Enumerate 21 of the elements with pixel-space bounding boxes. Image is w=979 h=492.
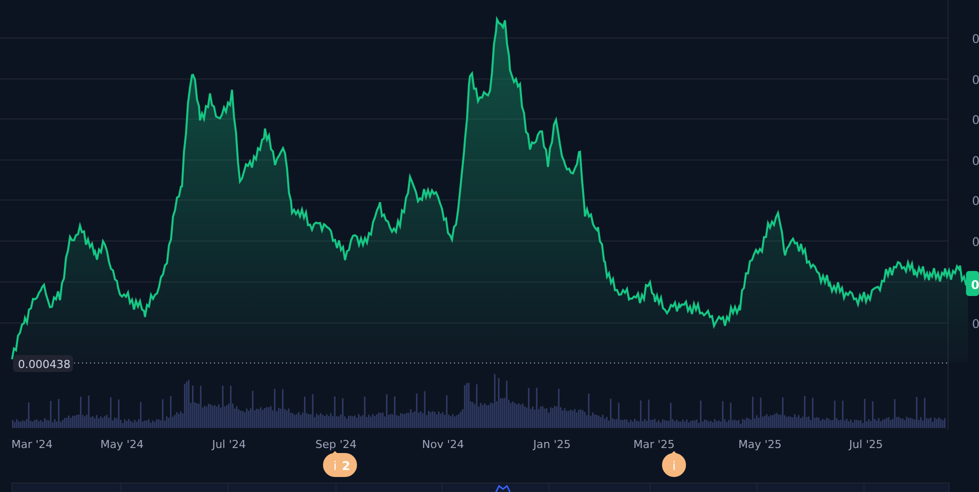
y-axis-label: 0	[972, 113, 979, 127]
x-axis-label: Jul '25	[849, 438, 883, 451]
event-marker[interactable]: i 2	[323, 451, 357, 477]
x-axis-label: May '25	[738, 438, 782, 451]
current-price-tag: 0	[966, 271, 979, 296]
x-axis-label: Sep '24	[315, 438, 357, 451]
x-axis-label: Nov '24	[422, 438, 464, 451]
y-axis-label: 0	[972, 73, 979, 87]
x-axis-label: May '24	[100, 438, 144, 451]
y-axis-label: 0	[972, 235, 979, 249]
y-axis-label: 0	[972, 154, 979, 168]
y-axis-label: 0	[972, 194, 979, 208]
event-marker[interactable]: i	[662, 451, 686, 477]
y-axis-label: 0	[972, 32, 979, 46]
x-axis-label: Jan '25	[533, 438, 571, 451]
y-axis-label: 0	[972, 317, 979, 331]
x-axis-label: Mar '25	[633, 438, 675, 451]
baseline-price-label: 0.000438	[13, 355, 73, 372]
x-axis-label: Jul '24	[212, 438, 246, 451]
navigator-strip[interactable]	[12, 482, 950, 492]
x-axis-label: Mar '24	[11, 438, 53, 451]
